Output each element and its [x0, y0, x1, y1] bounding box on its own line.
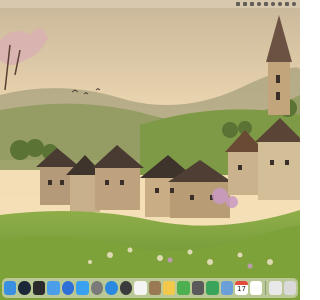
battery-icon[interactable]: [264, 2, 268, 6]
mail-icon[interactable]: [47, 281, 60, 295]
notes-icon[interactable]: [163, 281, 176, 295]
calendar-day: 17: [237, 285, 246, 293]
preview-icon[interactable]: [148, 281, 161, 295]
search-icon[interactable]: [278, 2, 282, 6]
dock-separator: [265, 281, 267, 295]
notion-icon[interactable]: [249, 281, 263, 295]
app-store-icon[interactable]: [76, 281, 89, 295]
gear-icon[interactable]: [90, 281, 104, 295]
dock: 17: [2, 278, 298, 298]
app-icon[interactable]: [236, 2, 240, 6]
headphones-icon[interactable]: [257, 2, 261, 6]
control-center-icon[interactable]: [285, 2, 289, 6]
wifi-icon[interactable]: [271, 2, 275, 6]
menu-bar: [0, 0, 300, 8]
desktop: 17: [0, 0, 300, 300]
numbers-icon[interactable]: [206, 281, 219, 295]
finder-icon[interactable]: [4, 281, 17, 295]
screenshot-icon[interactable]: [269, 281, 282, 295]
trash-icon[interactable]: [283, 281, 296, 295]
wallpaper-image: [0, 0, 300, 300]
avatar-icon[interactable]: [292, 2, 296, 6]
steam-icon[interactable]: [18, 281, 31, 295]
screen-icon[interactable]: [250, 2, 254, 6]
photo-icon[interactable]: [134, 281, 147, 295]
browser-icon[interactable]: [61, 281, 75, 295]
map-icon[interactable]: [177, 281, 190, 295]
folder-icon[interactable]: [220, 281, 234, 295]
calendar-icon[interactable]: 17: [235, 281, 248, 295]
terminal-icon[interactable]: [32, 281, 46, 295]
chatgpt-icon[interactable]: [119, 281, 133, 295]
calculator-icon[interactable]: [191, 281, 205, 295]
compass-icon[interactable]: [105, 281, 118, 295]
dropbox-icon[interactable]: [243, 2, 247, 6]
